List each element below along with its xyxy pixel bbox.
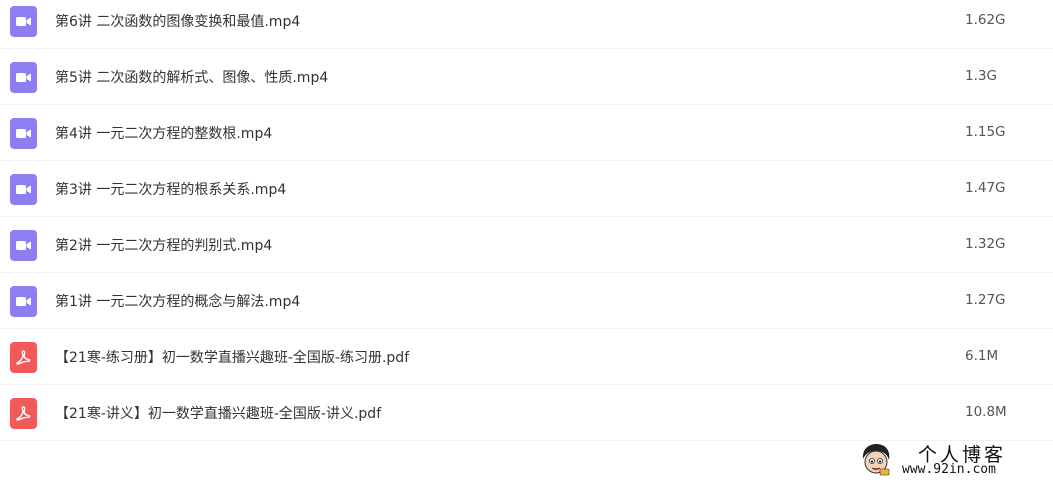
file-name[interactable]: 第1讲 一元二次方程的概念与解法.mp4 <box>55 291 300 311</box>
file-size: 1.3G <box>965 68 997 84</box>
watermark: 个人博客 www.92in.com <box>858 440 1048 480</box>
file-row[interactable]: 第5讲 二次函数的解析式、图像、性质.mp4 1.3G <box>0 49 1053 105</box>
file-row[interactable]: 第6讲 二次函数的图像变换和最值.mp4 1.62G <box>0 0 1053 49</box>
file-name[interactable]: 第2讲 一元二次方程的判别式.mp4 <box>55 235 272 255</box>
video-camera-icon <box>10 230 37 261</box>
file-size: 10.8M <box>965 404 1007 420</box>
file-name[interactable]: 【21寒-讲义】初一数学直播兴趣班-全国版-讲义.pdf <box>55 403 381 423</box>
file-name[interactable]: 第5讲 二次函数的解析式、图像、性质.mp4 <box>55 67 328 87</box>
video-camera-icon <box>10 174 37 205</box>
video-camera-icon <box>10 6 37 37</box>
video-camera-icon <box>10 62 37 93</box>
file-name[interactable]: 第4讲 一元二次方程的整数根.mp4 <box>55 123 272 143</box>
file-row[interactable]: 第3讲 一元二次方程的根系关系.mp4 1.47G <box>0 161 1053 217</box>
file-row[interactable]: 第2讲 一元二次方程的判别式.mp4 1.32G <box>0 217 1053 273</box>
file-name[interactable]: 第3讲 一元二次方程的根系关系.mp4 <box>55 179 286 199</box>
video-camera-icon <box>10 286 37 317</box>
file-size: 1.47G <box>965 180 1006 196</box>
file-name[interactable]: 第6讲 二次函数的图像变换和最值.mp4 <box>55 11 300 31</box>
file-row[interactable]: 【21寒-讲义】初一数学直播兴趣班-全国版-讲义.pdf 10.8M <box>0 385 1053 441</box>
file-list: 第6讲 二次函数的图像变换和最值.mp4 1.62G 第5讲 二次函数的解析式、… <box>0 0 1053 441</box>
file-size: 1.62G <box>965 12 1006 28</box>
file-size: 1.27G <box>965 292 1006 308</box>
watermark-url: www.92in.com <box>902 462 996 477</box>
file-row[interactable]: 【21寒-练习册】初一数学直播兴趣班-全国版-练习册.pdf 6.1M <box>0 329 1053 385</box>
cartoon-avatar-icon <box>858 442 894 478</box>
video-camera-icon <box>10 118 37 149</box>
pdf-icon <box>10 342 37 373</box>
file-size: 1.15G <box>965 124 1006 140</box>
file-name[interactable]: 【21寒-练习册】初一数学直播兴趣班-全国版-练习册.pdf <box>55 347 409 367</box>
file-size: 1.32G <box>965 236 1006 252</box>
file-row[interactable]: 第4讲 一元二次方程的整数根.mp4 1.15G <box>0 105 1053 161</box>
file-size: 6.1M <box>965 348 999 364</box>
pdf-icon <box>10 398 37 429</box>
file-row[interactable]: 第1讲 一元二次方程的概念与解法.mp4 1.27G <box>0 273 1053 329</box>
